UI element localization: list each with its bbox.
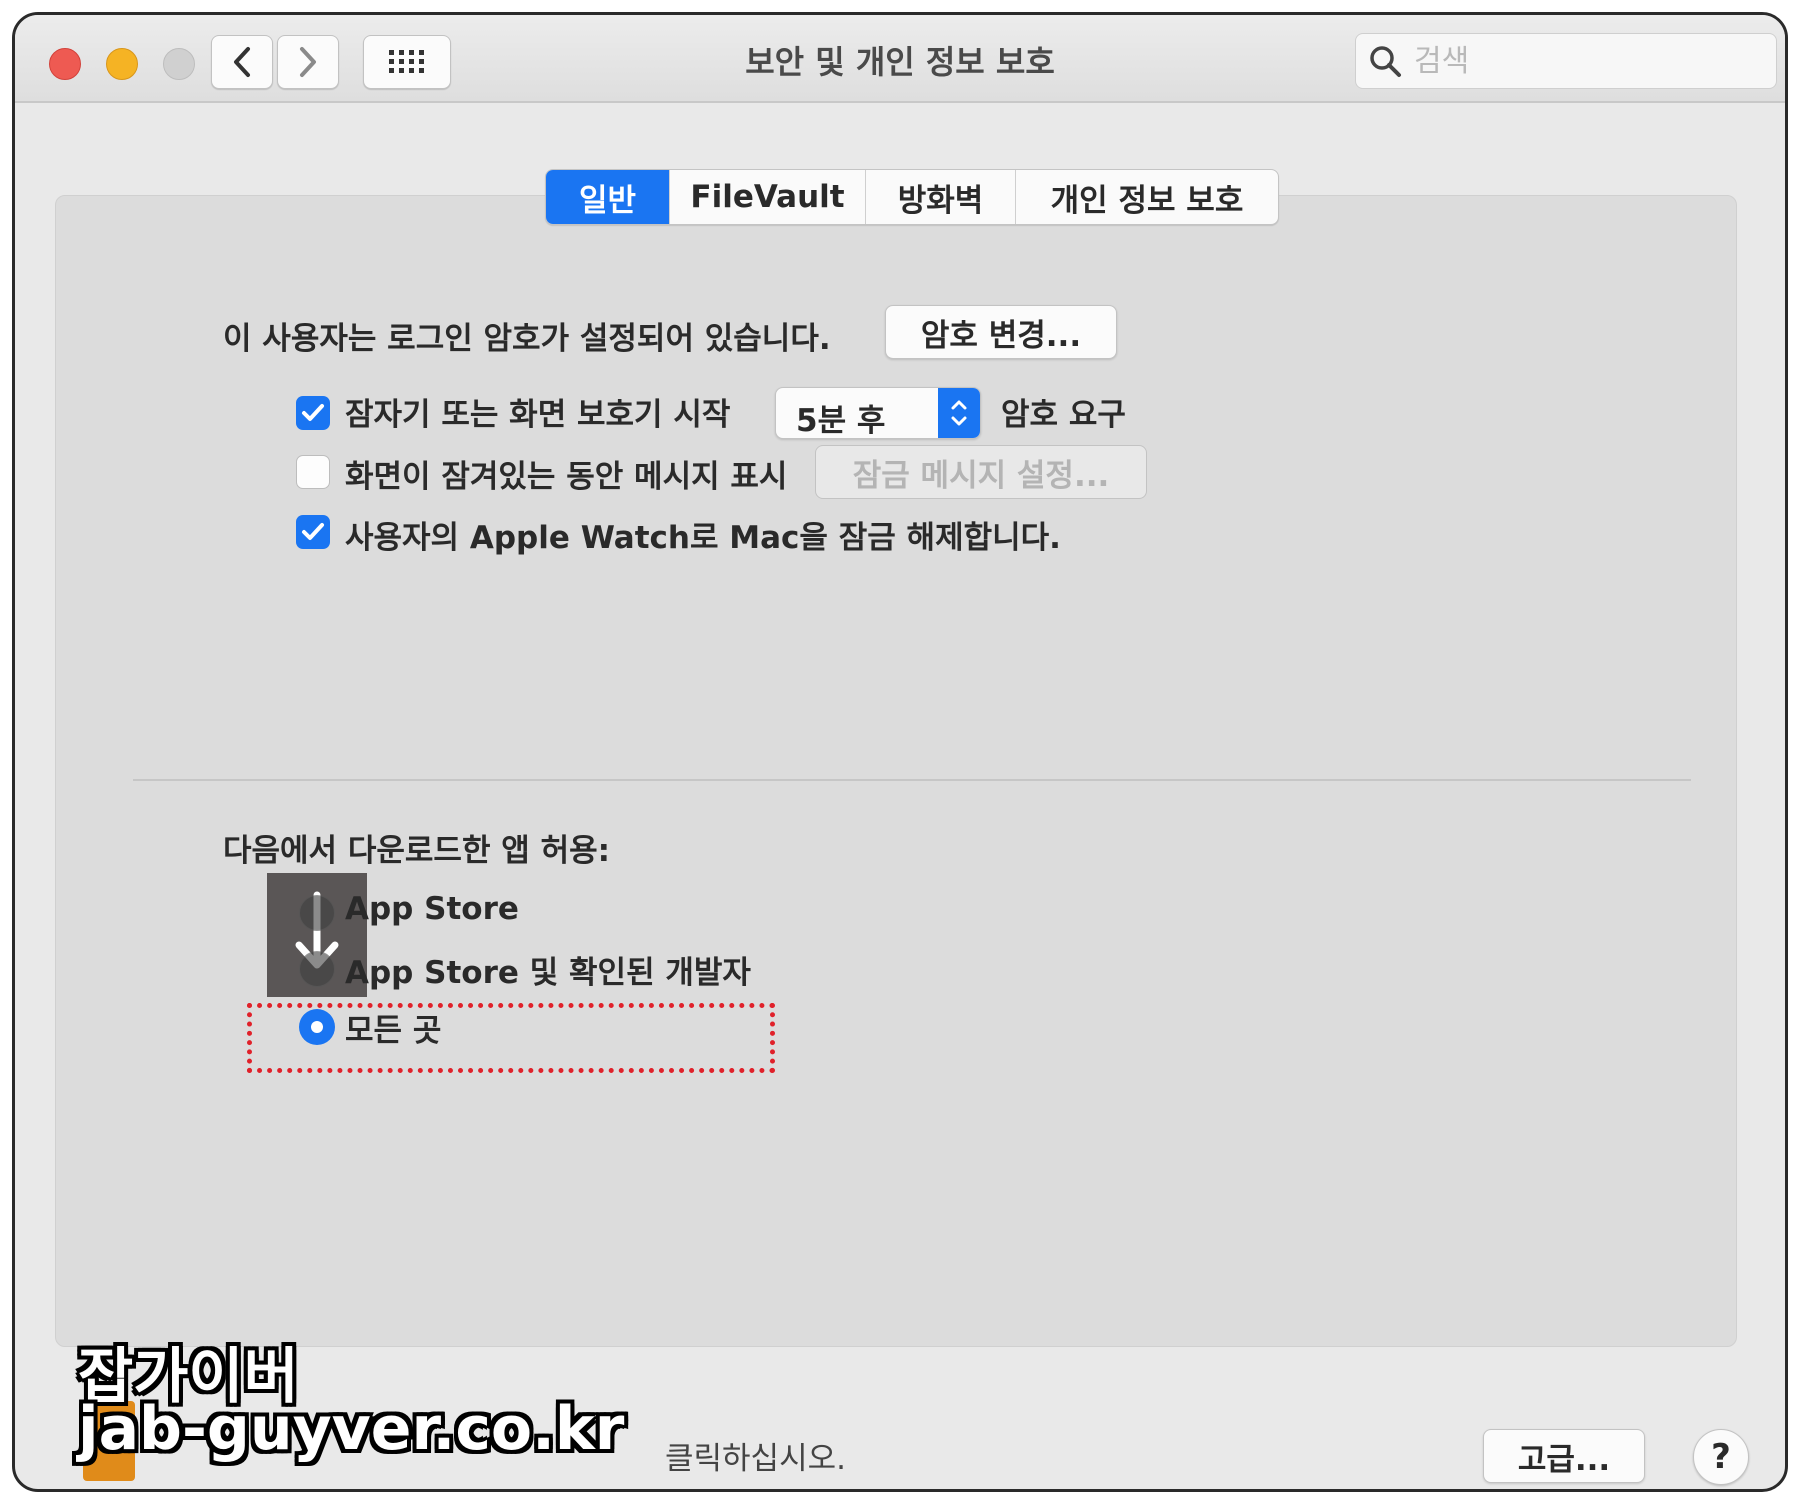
select-value: 5분 후 [796,403,886,439]
content-panel [55,195,1737,1347]
require-password-label: 잠자기 또는 화면 보호기 시작 [345,397,731,433]
radio-identified-developers[interactable] [299,951,335,987]
tab-bar: 일반 FileVault 방화벽 개인 정보 보호 [545,169,1279,225]
section-divider [133,779,1691,781]
set-lock-message-button[interactable]: 잠금 메시지 설정... [815,445,1147,499]
radio-identified-developers-label: App Store 및 확인된 개발자 [345,955,751,991]
search-icon [1370,46,1401,77]
lock-hint-text: 클릭하십시오. [665,1441,846,1477]
up-down-chevron-icon [951,400,967,426]
checkmark-icon [302,404,324,421]
watermark-url: jab-guyver.co.kr [78,1394,625,1464]
advanced-button[interactable]: 고급... [1483,1429,1645,1483]
apple-watch-unlock-label: 사용자의 Apple Watch로 Mac을 잠금 해제합니다. [345,520,1061,556]
search-input[interactable] [1412,42,1756,80]
tab-privacy[interactable]: 개인 정보 보호 [1016,170,1278,224]
help-button[interactable]: ? [1693,1429,1749,1485]
system-preferences-window: 보안 및 개인 정보 보호 일반 FileVault 방화벽 개인 정보 보호 … [12,12,1788,1492]
show-message-label: 화면이 잠겨있는 동안 메시지 표시 [345,459,788,495]
radio-app-store-label: App Store [345,891,519,927]
change-password-button[interactable]: 암호 변경... [885,305,1117,359]
checkmark-icon [302,523,324,540]
title-bar: 보안 및 개인 정보 보호 [15,15,1785,103]
allow-downloads-heading: 다음에서 다운로드한 앱 허용: [223,833,611,869]
radio-app-store[interactable] [299,895,335,931]
require-password-delay-select[interactable]: 5분 후 [775,387,981,439]
highlight-box [247,1003,775,1073]
tab-general[interactable]: 일반 [546,170,670,224]
tab-firewall[interactable]: 방화벽 [866,170,1016,224]
tab-filevault[interactable]: FileVault [670,170,866,224]
password-status-text: 이 사용자는 로그인 암호가 설정되어 있습니다. [223,321,831,357]
apple-watch-unlock-checkbox[interactable] [296,515,330,549]
require-password-checkbox[interactable] [296,396,330,430]
search-field[interactable] [1355,33,1777,89]
show-message-checkbox[interactable] [296,455,330,489]
require-password-suffix: 암호 요구 [1001,397,1126,433]
select-stepper [938,388,980,438]
